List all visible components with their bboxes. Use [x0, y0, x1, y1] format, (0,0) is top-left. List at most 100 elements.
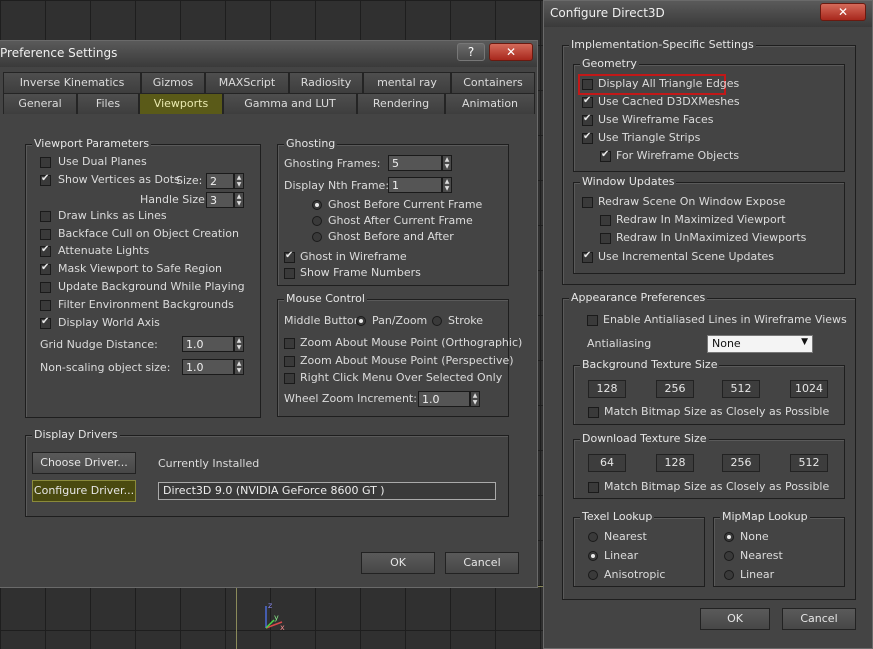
display-nth-frame-spinner-arrows[interactable]: ▲ ▼ — [442, 177, 452, 193]
tab-gamma-and-lut[interactable]: Gamma and LUT — [223, 93, 357, 114]
handle-size-spinner[interactable]: 3 — [206, 192, 234, 208]
show-frame-numbers-checkbox[interactable] — [284, 268, 295, 279]
redraw-unmaximized-checkbox[interactable] — [600, 233, 611, 244]
mask-viewport-checkbox[interactable] — [40, 262, 51, 275]
currently-installed-label: Currently Installed — [158, 457, 260, 470]
show-frame-numbers-label: Show Frame Numbers — [300, 266, 421, 279]
filter-environment-checkbox[interactable] — [40, 300, 51, 311]
nonscaling-size-spinner[interactable]: 1.0 — [182, 359, 234, 375]
window-title: Configure Direct3D — [550, 6, 665, 20]
dl-size-option[interactable]: 512 — [790, 454, 828, 472]
triangle-strips-checkbox[interactable] — [582, 131, 593, 144]
window-updates-group: Window Updates Redraw Scene On Window Ex… — [573, 175, 845, 274]
backface-cull-checkbox[interactable] — [40, 229, 51, 240]
handle-size-spinner-arrows[interactable]: ▲ ▼ — [234, 192, 244, 208]
dl-match-label: Match Bitmap Size as Closely as Possible — [604, 480, 830, 493]
show-vertices-checkbox[interactable] — [40, 173, 51, 186]
cached-meshes-checkbox[interactable] — [582, 95, 593, 108]
zoom-persp-checkbox[interactable] — [284, 356, 295, 367]
use-dual-planes-checkbox[interactable] — [40, 157, 51, 168]
redraw-maximized-label: Redraw In Maximized Viewport — [616, 213, 786, 226]
tab-inverse-kinematics[interactable]: Inverse Kinematics — [3, 72, 141, 93]
close-button[interactable]: ✕ — [820, 3, 866, 21]
wheel-zoom-spinner-arrows[interactable]: ▲ ▼ — [470, 391, 480, 407]
redraw-on-expose-label: Redraw Scene On Window Expose — [598, 195, 786, 208]
draw-links-checkbox[interactable] — [40, 211, 51, 222]
display-world-axis-checkbox[interactable] — [40, 316, 51, 329]
axis-x-label: x — [280, 623, 285, 632]
size-spinner-arrows[interactable]: ▲ ▼ — [234, 173, 244, 189]
tab-gizmos[interactable]: Gizmos — [141, 72, 205, 93]
bg-size-option[interactable]: 512 — [722, 380, 760, 398]
d3d-ok-button[interactable]: OK — [700, 608, 770, 630]
tab-viewports[interactable]: Viewports — [139, 93, 223, 114]
bg-size-option[interactable]: 256 — [656, 380, 694, 398]
incremental-updates-checkbox[interactable] — [582, 250, 593, 263]
ghost-before-radio[interactable] — [312, 200, 322, 210]
wireframe-faces-label: Use Wireframe Faces — [598, 113, 714, 126]
tab-files[interactable]: Files — [77, 93, 139, 114]
mip-none-radio[interactable] — [724, 532, 734, 542]
antialiasing-value: None — [712, 337, 741, 350]
dl-size-option[interactable]: 128 — [656, 454, 694, 472]
dl-size-option[interactable]: 256 — [722, 454, 760, 472]
antialiasing-select[interactable]: None ▼ — [707, 335, 813, 353]
tab-animation[interactable]: Animation — [445, 93, 535, 114]
tab-mental-ray[interactable]: mental ray — [363, 72, 451, 93]
tab-maxscript[interactable]: MAXScript — [205, 72, 289, 93]
for-wireframe-objects-checkbox[interactable] — [600, 149, 611, 162]
pan-zoom-radio[interactable] — [356, 316, 366, 326]
antialiased-lines-checkbox[interactable] — [587, 315, 598, 326]
configure-driver-button[interactable]: Configure Driver... — [32, 480, 136, 502]
tab-rendering[interactable]: Rendering — [357, 93, 445, 114]
wireframe-faces-checkbox[interactable] — [582, 113, 593, 126]
size-label: Size: — [176, 174, 203, 187]
wheel-zoom-spinner[interactable]: 1.0 — [418, 391, 470, 407]
help-button[interactable]: ? — [457, 43, 485, 61]
ghosting-frames-spinner-arrows[interactable]: ▲ ▼ — [442, 155, 452, 171]
ghost-before-after-radio[interactable] — [312, 232, 322, 242]
update-background-label: Update Background While Playing — [58, 280, 245, 293]
ghost-before-after-label: Ghost Before and After — [328, 230, 454, 243]
ghosting-frames-spinner[interactable]: 5 — [388, 155, 442, 171]
tab-radiosity[interactable]: Radiosity — [289, 72, 363, 93]
choose-driver-button[interactable]: Choose Driver... — [32, 452, 136, 474]
ghost-after-radio[interactable] — [312, 216, 322, 226]
texel-nearest-radio[interactable] — [588, 532, 598, 542]
ghost-in-wireframe-checkbox[interactable] — [284, 250, 295, 263]
bg-size-option[interactable]: 1024 — [790, 380, 828, 398]
wheel-zoom-label: Wheel Zoom Increment: — [284, 392, 417, 405]
mip-nearest-radio[interactable] — [724, 551, 734, 561]
mip-none-label: None — [740, 530, 769, 543]
stroke-radio[interactable] — [432, 316, 442, 326]
texel-anisotropic-radio[interactable] — [588, 570, 598, 580]
bg-size-option[interactable]: 128 — [588, 380, 626, 398]
d3d-cancel-button[interactable]: Cancel — [782, 608, 856, 630]
zoom-ortho-checkbox[interactable] — [284, 338, 295, 349]
grid-nudge-spinner-arrows[interactable]: ▲ ▼ — [234, 336, 244, 352]
bg-match-checkbox[interactable] — [588, 407, 599, 418]
close-button[interactable]: ✕ — [489, 43, 533, 61]
right-click-menu-label: Right Click Menu Over Selected Only — [300, 371, 503, 384]
antialiased-lines-label: Enable Antialiased Lines in Wireframe Vi… — [603, 313, 847, 326]
ok-button[interactable]: OK — [361, 552, 435, 574]
cancel-button[interactable]: Cancel — [445, 552, 519, 574]
update-background-checkbox[interactable] — [40, 282, 51, 293]
group-title: Texel Lookup — [580, 510, 655, 523]
redraw-maximized-checkbox[interactable] — [600, 215, 611, 226]
display-all-edges-checkbox[interactable] — [582, 79, 593, 90]
dl-match-checkbox[interactable] — [588, 482, 599, 493]
cached-meshes-label: Use Cached D3DXMeshes — [598, 95, 740, 108]
display-nth-frame-spinner[interactable]: 1 — [388, 177, 442, 193]
texel-linear-radio[interactable] — [588, 551, 598, 561]
right-click-menu-checkbox[interactable] — [284, 373, 295, 384]
attenuate-lights-checkbox[interactable] — [40, 244, 51, 257]
redraw-on-expose-checkbox[interactable] — [582, 197, 593, 208]
tab-general[interactable]: General — [3, 93, 77, 114]
size-spinner[interactable]: 2 — [206, 173, 234, 189]
nonscaling-size-spinner-arrows[interactable]: ▲ ▼ — [234, 359, 244, 375]
mip-linear-radio[interactable] — [724, 570, 734, 580]
grid-nudge-spinner[interactable]: 1.0 — [182, 336, 234, 352]
dl-size-option[interactable]: 64 — [588, 454, 626, 472]
tab-containers[interactable]: Containers — [451, 72, 535, 93]
